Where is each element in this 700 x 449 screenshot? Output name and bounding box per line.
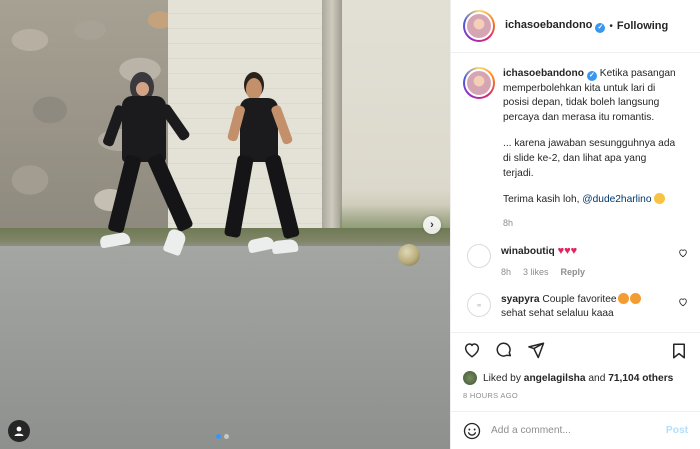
commenter-avatar[interactable] — [467, 244, 491, 269]
carousel-dot — [224, 434, 229, 439]
comment-meta: 8h 3 likes Reply — [501, 265, 651, 279]
likes-summary: Liked by angelagilsha and 71,104 others — [451, 367, 700, 389]
heart-eyes-emoji-icon — [617, 293, 629, 305]
comments-area: ichasoebandono ✓ Ketika pasangan memperbo… — [451, 53, 700, 332]
posted-time[interactable]: 8 HOURS AGO — [451, 389, 700, 411]
comment-input[interactable] — [491, 425, 666, 436]
action-bar — [451, 332, 700, 367]
wall-right — [342, 0, 450, 236]
author-avatar[interactable] — [463, 10, 495, 42]
concrete-ground — [0, 246, 450, 449]
emoji-smiley-icon[interactable] — [463, 422, 481, 440]
caption-time[interactable]: 8h — [503, 216, 678, 231]
carousel-dots — [216, 434, 229, 439]
add-comment-bar: Post — [451, 411, 700, 449]
comment-time[interactable]: 8h — [501, 265, 511, 279]
commenter-username[interactable]: syapyra — [501, 294, 540, 305]
commenter-username[interactable]: winaboutiq — [501, 246, 555, 257]
carousel-dot-active — [216, 434, 221, 439]
instagram-post: › ichasoebandono ✓ • Following ichasoeba… — [0, 0, 700, 449]
caption-username[interactable]: ichasoebandono ✓ — [503, 68, 597, 81]
caption-thanks: Terima kasih loh, @dude2harlino — [503, 193, 678, 208]
likes-prefix: Liked by — [483, 372, 521, 384]
runner-man — [223, 72, 312, 262]
caption-paragraph: ... karena jawaban sesungguhnya ada di s… — [503, 138, 676, 179]
liker-avatar[interactable] — [463, 371, 477, 385]
commenter-avatar[interactable]: ∞ — [467, 293, 491, 318]
post-comment-button[interactable]: Post — [666, 425, 688, 436]
verified-badge-icon: ✓ — [586, 71, 597, 81]
comment-likes[interactable]: 3 likes — [523, 265, 549, 279]
post-photo[interactable]: › — [0, 0, 450, 449]
chevron-right-icon: › — [430, 219, 434, 231]
like-heart-icon[interactable] — [463, 341, 481, 359]
comment-body: syapyra Couple favoritee sehat sehat sel… — [501, 293, 651, 321]
post-header: ichasoebandono ✓ • Following — [451, 0, 700, 53]
comment-text: Couple favoritee — [542, 294, 617, 306]
comment-bubble-icon[interactable] — [495, 341, 513, 359]
following-button[interactable]: Following — [617, 20, 668, 32]
first-liker-link[interactable]: angelagilsha — [524, 373, 586, 384]
mention-link[interactable]: @dude2harlino — [582, 194, 651, 205]
reply-button[interactable]: Reply — [561, 265, 586, 279]
smiling-face-emoji-icon — [654, 193, 666, 205]
caption-avatar[interactable] — [463, 67, 495, 99]
comment-item: ∞ syapyra Couple favoritee sehat sehat s… — [463, 293, 688, 321]
comment-text-line2: sehat sehat selaluu kaaa — [501, 308, 614, 320]
like-comment-heart-icon[interactable] — [678, 297, 688, 307]
football — [398, 244, 420, 266]
separator: • — [609, 20, 613, 32]
caption-text: ichasoebandono ✓ Ketika pasangan memperbo… — [503, 67, 678, 230]
save-bookmark-icon[interactable] — [670, 342, 688, 360]
like-comment-heart-icon[interactable] — [678, 248, 688, 258]
red-heart-emoji-icon: ♥ — [570, 245, 578, 258]
author-username[interactable]: ichasoebandono ✓ — [505, 19, 606, 33]
caption: ichasoebandono ✓ Ketika pasangan memperbo… — [463, 67, 688, 230]
user-icon — [14, 426, 24, 436]
likes-conjunction: and — [588, 372, 606, 384]
comment-item: winaboutiq ♥♥♥ 8h 3 likes Reply — [463, 244, 688, 279]
runner-woman — [99, 72, 194, 257]
comment-body: winaboutiq ♥♥♥ 8h 3 likes Reply — [501, 244, 651, 279]
heart-eyes-emoji-icon — [629, 293, 641, 305]
tagged-users-button[interactable] — [8, 420, 30, 442]
carousel-next-button[interactable]: › — [423, 216, 441, 234]
share-paper-plane-icon[interactable] — [527, 341, 545, 359]
post-side-panel: ichasoebandono ✓ • Following ichasoebando… — [450, 0, 700, 449]
others-likes-link[interactable]: 71,104 others — [608, 373, 673, 384]
verified-badge-icon: ✓ — [595, 23, 606, 33]
wall-pillar — [322, 0, 342, 236]
